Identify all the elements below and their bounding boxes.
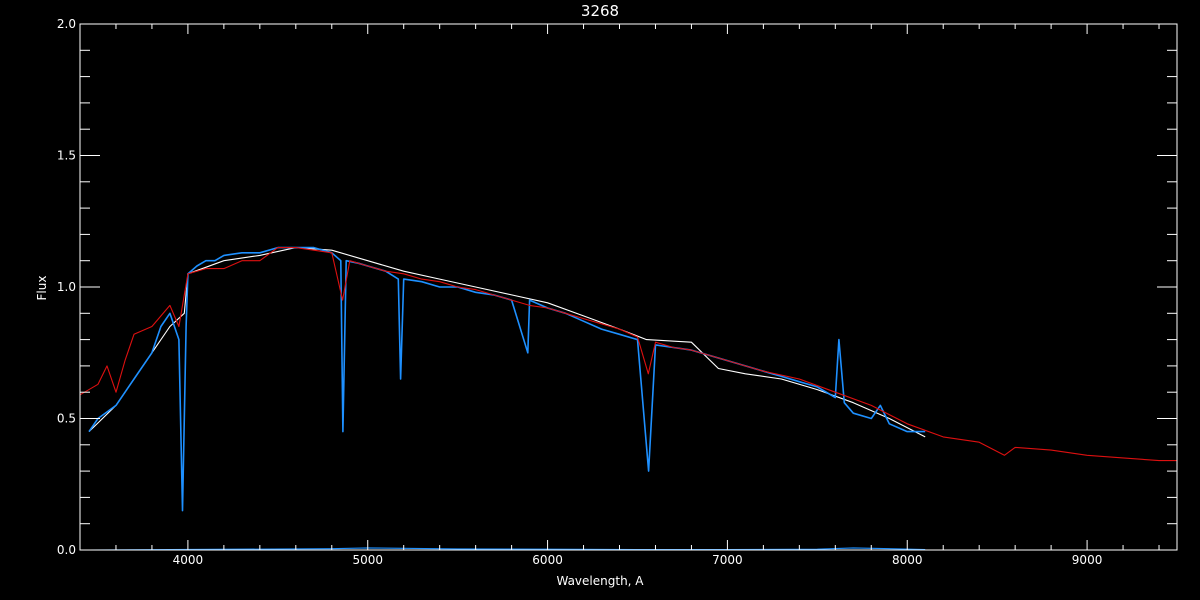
y-tick-label: 2.0 — [57, 17, 76, 31]
y-tick-label: 0.5 — [57, 412, 76, 426]
x-tick-label: 9000 — [1072, 553, 1103, 567]
series-line-0 — [88, 247, 926, 438]
spectrum-chart: 4000 5000 6000 7000 8000 9000 0.0 0.5 1.0 1.5 2.0 — [57, 17, 1178, 567]
axis-layer: 4000 5000 6000 7000 8000 9000 0.0 0.5 1.0 1.5 2.0 — [57, 17, 1178, 567]
x-tick-label: 5000 — [352, 553, 383, 567]
x-tick-label: 7000 — [712, 553, 743, 567]
series-line-2 — [79, 247, 1177, 462]
x-tick-label: 4000 — [173, 553, 204, 567]
y-tick-label: 1.5 — [57, 149, 76, 163]
y-tick-label: 1.0 — [57, 280, 76, 294]
x-tick-label: 6000 — [532, 553, 563, 567]
y-tick-label: 0.0 — [57, 543, 76, 557]
x-tick-label: 8000 — [892, 553, 923, 567]
plot-frame — [79, 23, 1178, 551]
series-layer — [79, 246, 1177, 551]
